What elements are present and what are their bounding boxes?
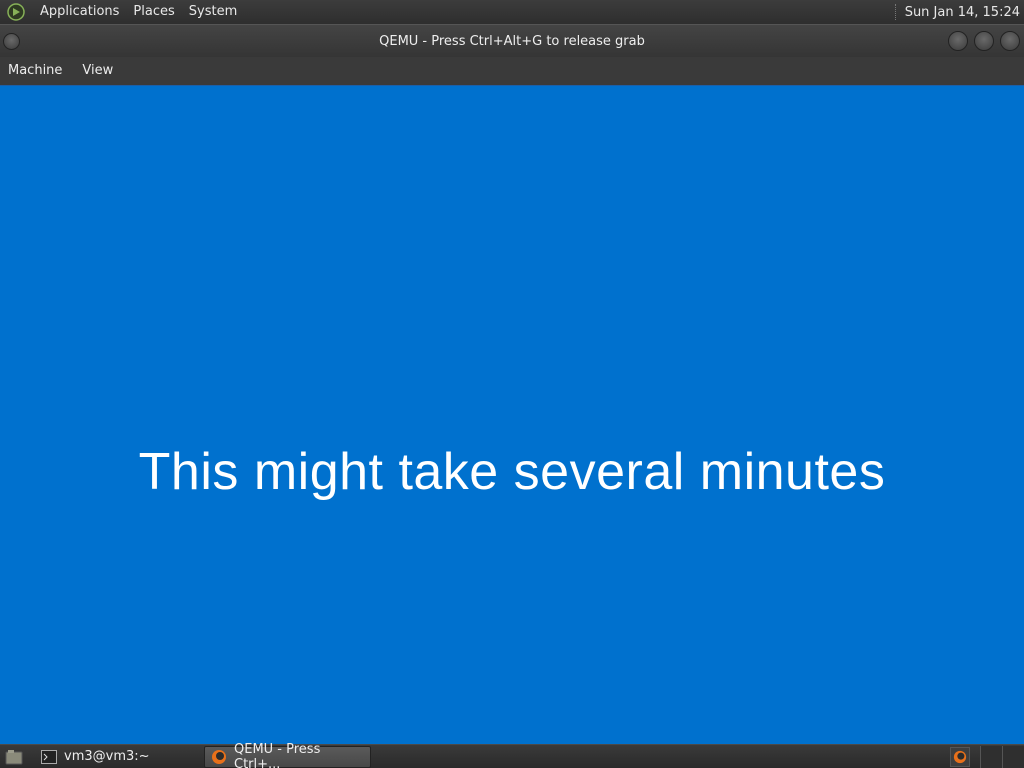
window-titlebar[interactable]: QEMU - Press Ctrl+Alt+G to release grab [0,24,1024,57]
mint-logo-icon[interactable] [5,1,27,23]
taskbar-item-terminal[interactable]: vm3@vm3:~ [35,746,200,768]
menubar: Machine View [0,57,1024,85]
bottom-panel: vm3@vm3:~ QEMU - Press Ctrl+... [0,742,1024,768]
qemu-icon [211,749,227,765]
workspace-switcher-2[interactable] [1002,745,1024,768]
guest-display[interactable]: This might take several minutes [0,85,1024,744]
top-panel: Applications Places System Sun Jan 14, 1… [0,0,1024,24]
menu-applications[interactable]: Applications [33,0,126,24]
close-button[interactable] [1000,31,1020,51]
menu-system[interactable]: System [182,0,244,24]
workspace-switcher-1[interactable] [980,745,1002,768]
setup-message: This might take several minutes [138,443,886,501]
menu-places[interactable]: Places [126,0,181,24]
window-controls [948,31,1020,51]
window-title: QEMU - Press Ctrl+Alt+G to release grab [379,33,645,49]
panel-handle [894,4,899,20]
show-desktop-icon[interactable] [3,748,25,766]
terminal-icon [41,749,57,765]
clock-area: Sun Jan 14, 15:24 [894,4,1024,20]
window-menu-button[interactable] [3,33,20,50]
clock[interactable]: Sun Jan 14, 15:24 [905,5,1024,20]
menu-machine[interactable]: Machine [1,57,69,85]
qemu-tray-icon[interactable] [950,746,970,767]
taskbar-label-qemu: QEMU - Press Ctrl+... [234,741,321,768]
menu-view[interactable]: View [75,57,120,85]
maximize-button[interactable] [974,31,994,51]
minimize-button[interactable] [948,31,968,51]
taskbar-label-terminal: vm3@vm3:~ [64,749,150,764]
system-tray [950,745,1024,768]
taskbar-item-qemu[interactable]: QEMU - Press Ctrl+... [204,742,371,768]
